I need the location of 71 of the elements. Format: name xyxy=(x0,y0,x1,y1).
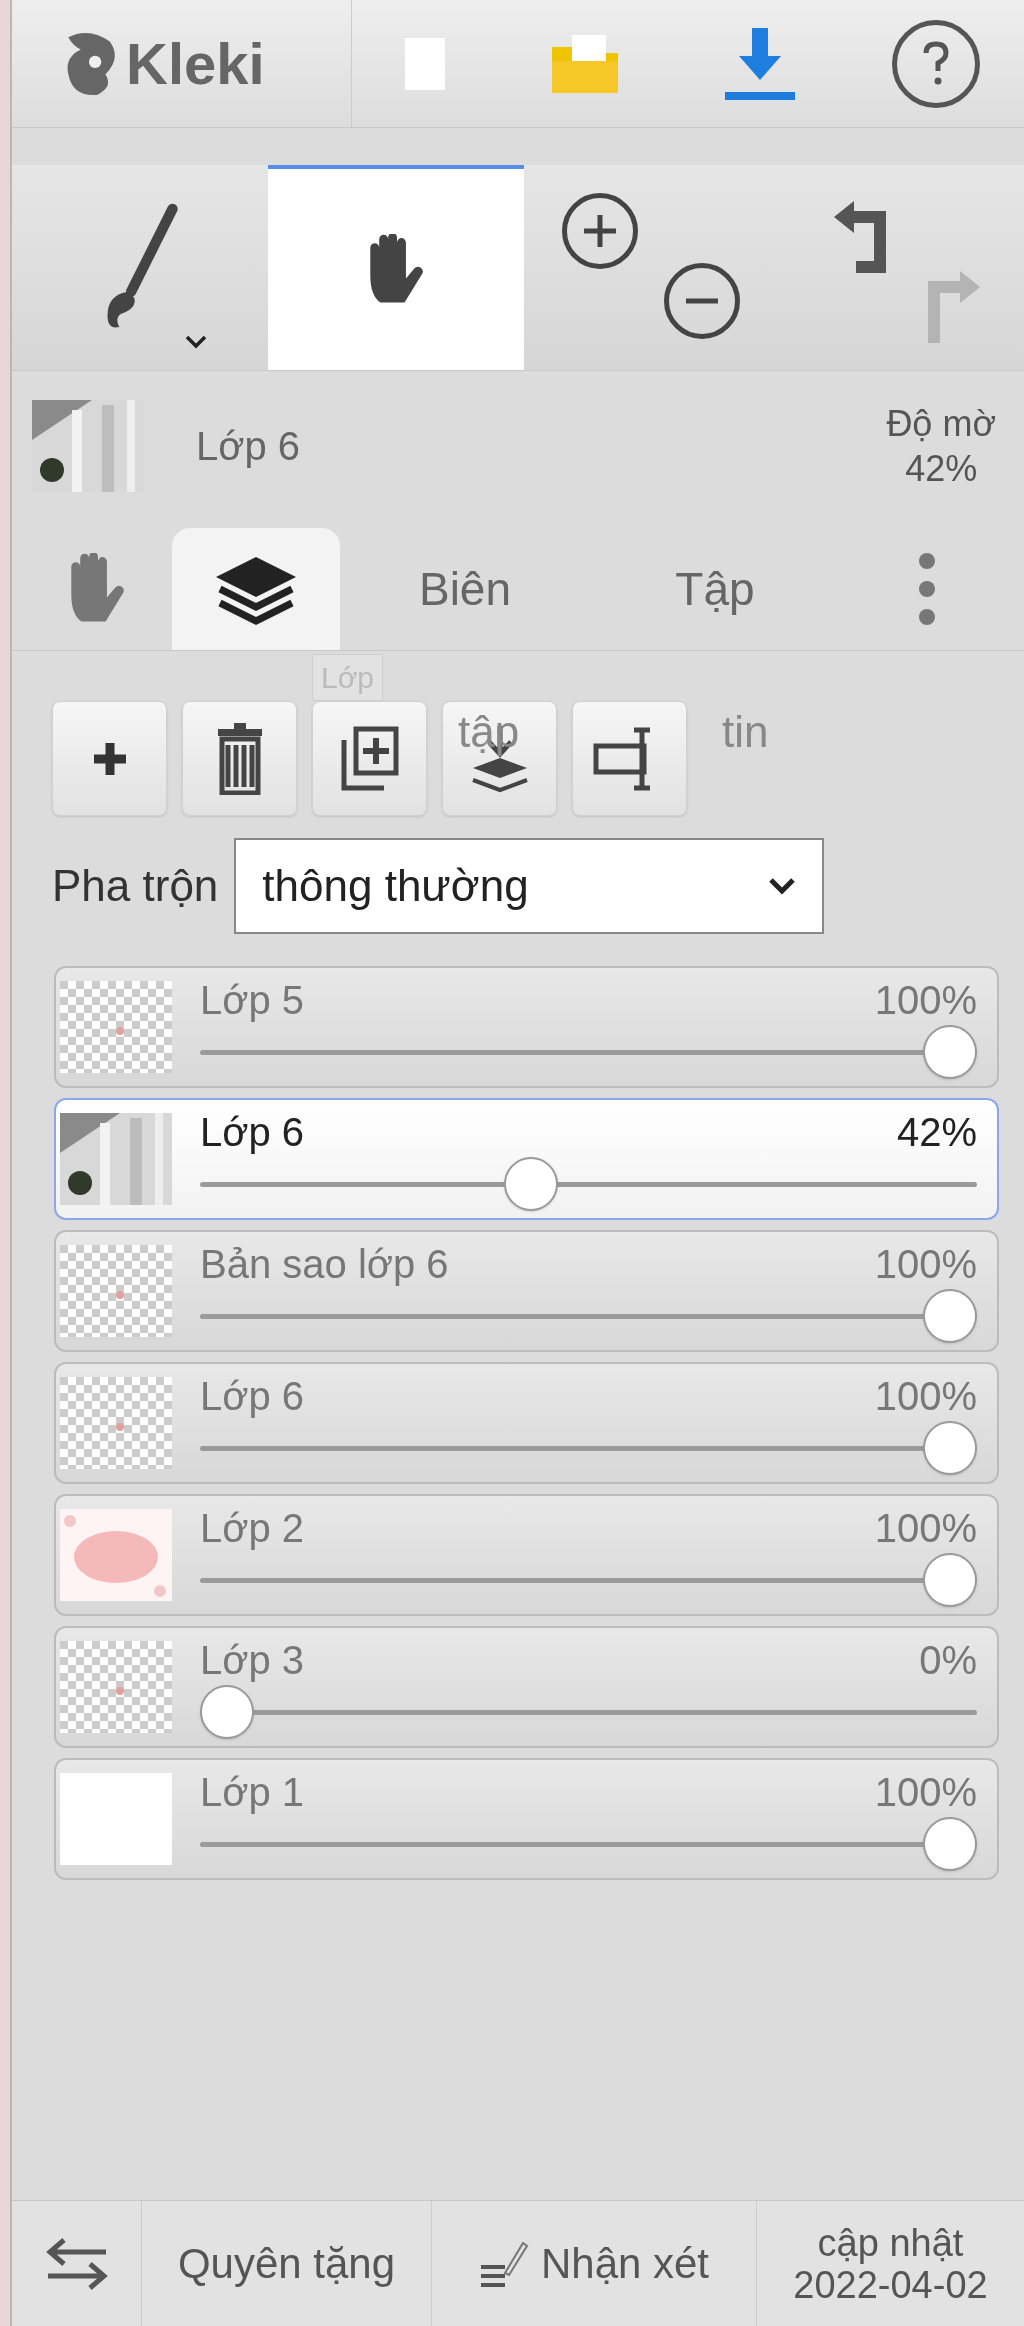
active-layer-name: Lớp 6 xyxy=(196,423,301,470)
layer-name: Lớp 6 xyxy=(200,1109,305,1156)
layer-opacity: 100% xyxy=(874,1505,977,1552)
duplicate-layer-button[interactable] xyxy=(312,701,427,816)
opacity-value: 42% xyxy=(905,447,978,491)
opacity-slider[interactable] xyxy=(200,1157,977,1211)
zoom-out-button[interactable] xyxy=(664,263,740,339)
update-date: 2022-04-02 xyxy=(793,2263,988,2306)
opacity-slider[interactable] xyxy=(200,1817,977,1871)
rename-layer-button[interactable] xyxy=(572,701,687,816)
layer-opacity: 100% xyxy=(874,1241,977,1288)
layer-item[interactable]: Lớp 6 100% xyxy=(54,1362,999,1484)
slider-thumb[interactable] xyxy=(923,1553,977,1607)
opacity-slider[interactable] xyxy=(200,1685,977,1739)
slider-thumb[interactable] xyxy=(923,1289,977,1343)
panel-tab[interactable]: Tập xyxy=(590,528,840,650)
merge-layer-button[interactable] xyxy=(442,701,557,816)
layer-name: Lớp 6 xyxy=(200,1373,305,1420)
layer-item[interactable]: Bản sao lớp 6 100% xyxy=(54,1230,999,1352)
layer-item[interactable]: Lớp 2 100% xyxy=(54,1494,999,1616)
delete-layer-button[interactable] xyxy=(182,701,297,816)
add-layer-button[interactable] xyxy=(52,701,167,816)
layers-tab[interactable] xyxy=(172,528,340,650)
donate-link[interactable]: Quyên tặng xyxy=(142,2201,432,2326)
cut-off-label: tin xyxy=(722,706,769,758)
zoom-in-button[interactable] xyxy=(562,193,638,269)
opacity-slider[interactable] xyxy=(200,1025,977,1079)
layer-opacity: 100% xyxy=(874,1769,977,1816)
minus-icon xyxy=(683,297,721,305)
layer-opacity: 100% xyxy=(874,977,977,1024)
layer-item[interactable]: Lớp 5 100% xyxy=(54,966,999,1088)
chevron-down-icon xyxy=(768,877,797,895)
layer-name: Lớp 2 xyxy=(200,1505,305,1552)
layer-item[interactable]: Lớp 1 100% xyxy=(54,1758,999,1880)
slider-thumb[interactable] xyxy=(923,1421,977,1475)
layer-name: Lớp 1 xyxy=(200,1769,305,1816)
layer-name: Lớp 5 xyxy=(200,977,305,1024)
update-label: cập nhật xyxy=(817,2221,964,2264)
trash-icon xyxy=(215,722,264,795)
layer-opacity: 0% xyxy=(919,1637,977,1684)
layer-item[interactable]: Lớp 3 0% xyxy=(54,1626,999,1748)
opacity-slider[interactable] xyxy=(200,1289,977,1343)
slider-thumb[interactable] xyxy=(503,1157,558,1211)
feedback-button[interactable]: Nhận xét xyxy=(432,2201,757,2326)
layer-name: Bản sao lớp 6 xyxy=(200,1241,449,1288)
chevron-down-icon xyxy=(184,334,208,350)
panel-tab[interactable]: Biên xyxy=(340,528,590,650)
duplicate-icon xyxy=(339,725,400,792)
blend-label: Pha trộn xyxy=(52,860,219,912)
hand-tool[interactable] xyxy=(268,165,524,370)
opacity-label: Độ mờ xyxy=(886,402,996,446)
layer-name: Lớp 3 xyxy=(200,1637,305,1684)
help-button[interactable] xyxy=(891,19,980,108)
layer-item[interactable]: Lớp 6 42% xyxy=(54,1098,999,1220)
plus-icon xyxy=(581,212,619,250)
blank-page-icon xyxy=(404,37,445,90)
question-icon xyxy=(921,40,950,87)
slider-thumb[interactable] xyxy=(200,1685,254,1739)
slider-thumb[interactable] xyxy=(923,1025,977,1079)
blend-select[interactable]: thông thường xyxy=(234,838,825,934)
layer-opacity: 42% xyxy=(896,1109,977,1156)
plus-icon xyxy=(91,740,128,777)
layer-opacity: 100% xyxy=(874,1373,977,1420)
download-icon xyxy=(724,25,795,102)
more-icon xyxy=(917,551,937,627)
app-logo: Kleki xyxy=(126,30,265,98)
slider-thumb[interactable] xyxy=(923,1817,977,1871)
opacity-slider[interactable] xyxy=(200,1553,977,1607)
opacity-slider[interactable] xyxy=(200,1421,977,1475)
cut-off-label: tập xyxy=(458,706,520,758)
folder-icon xyxy=(549,32,620,95)
